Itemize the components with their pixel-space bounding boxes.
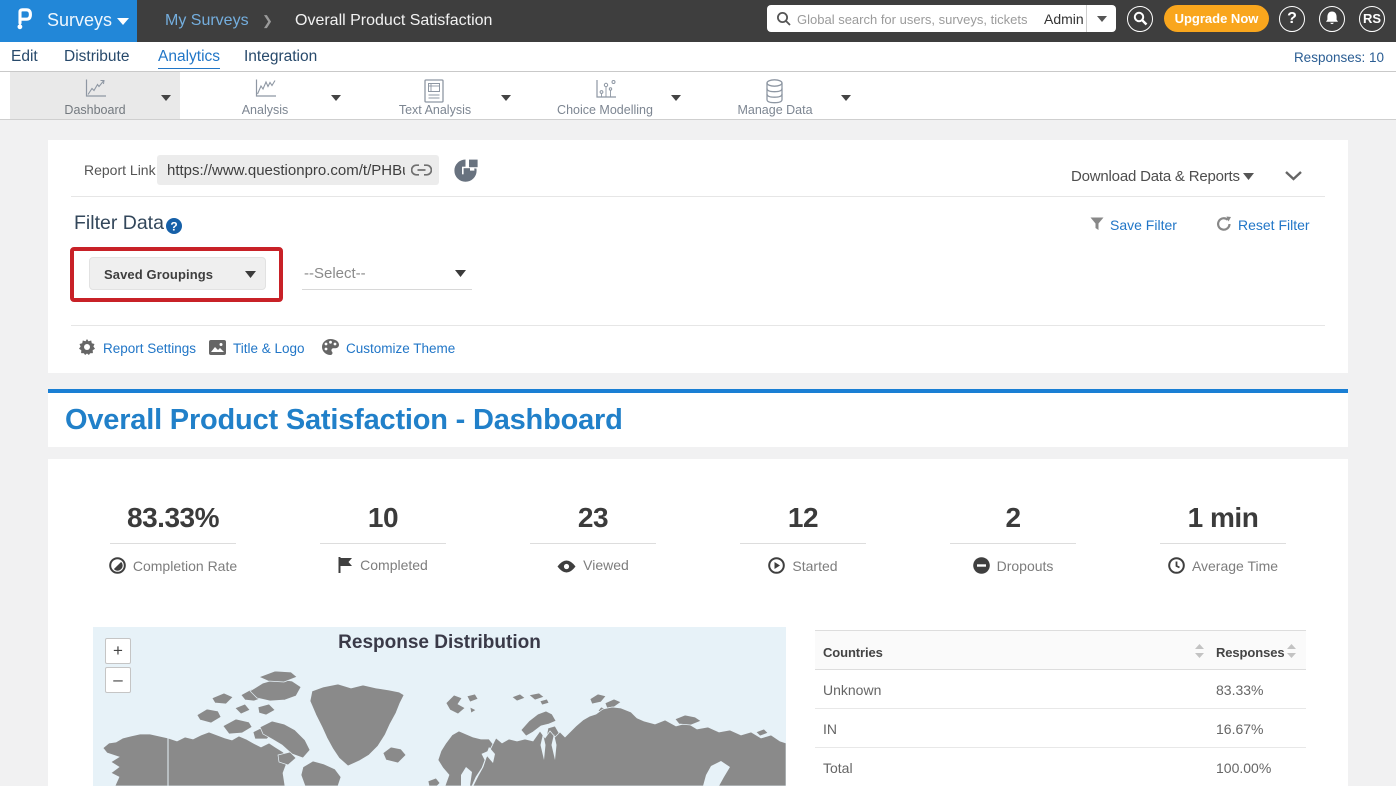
svg-text:?: ? [170, 220, 177, 234]
